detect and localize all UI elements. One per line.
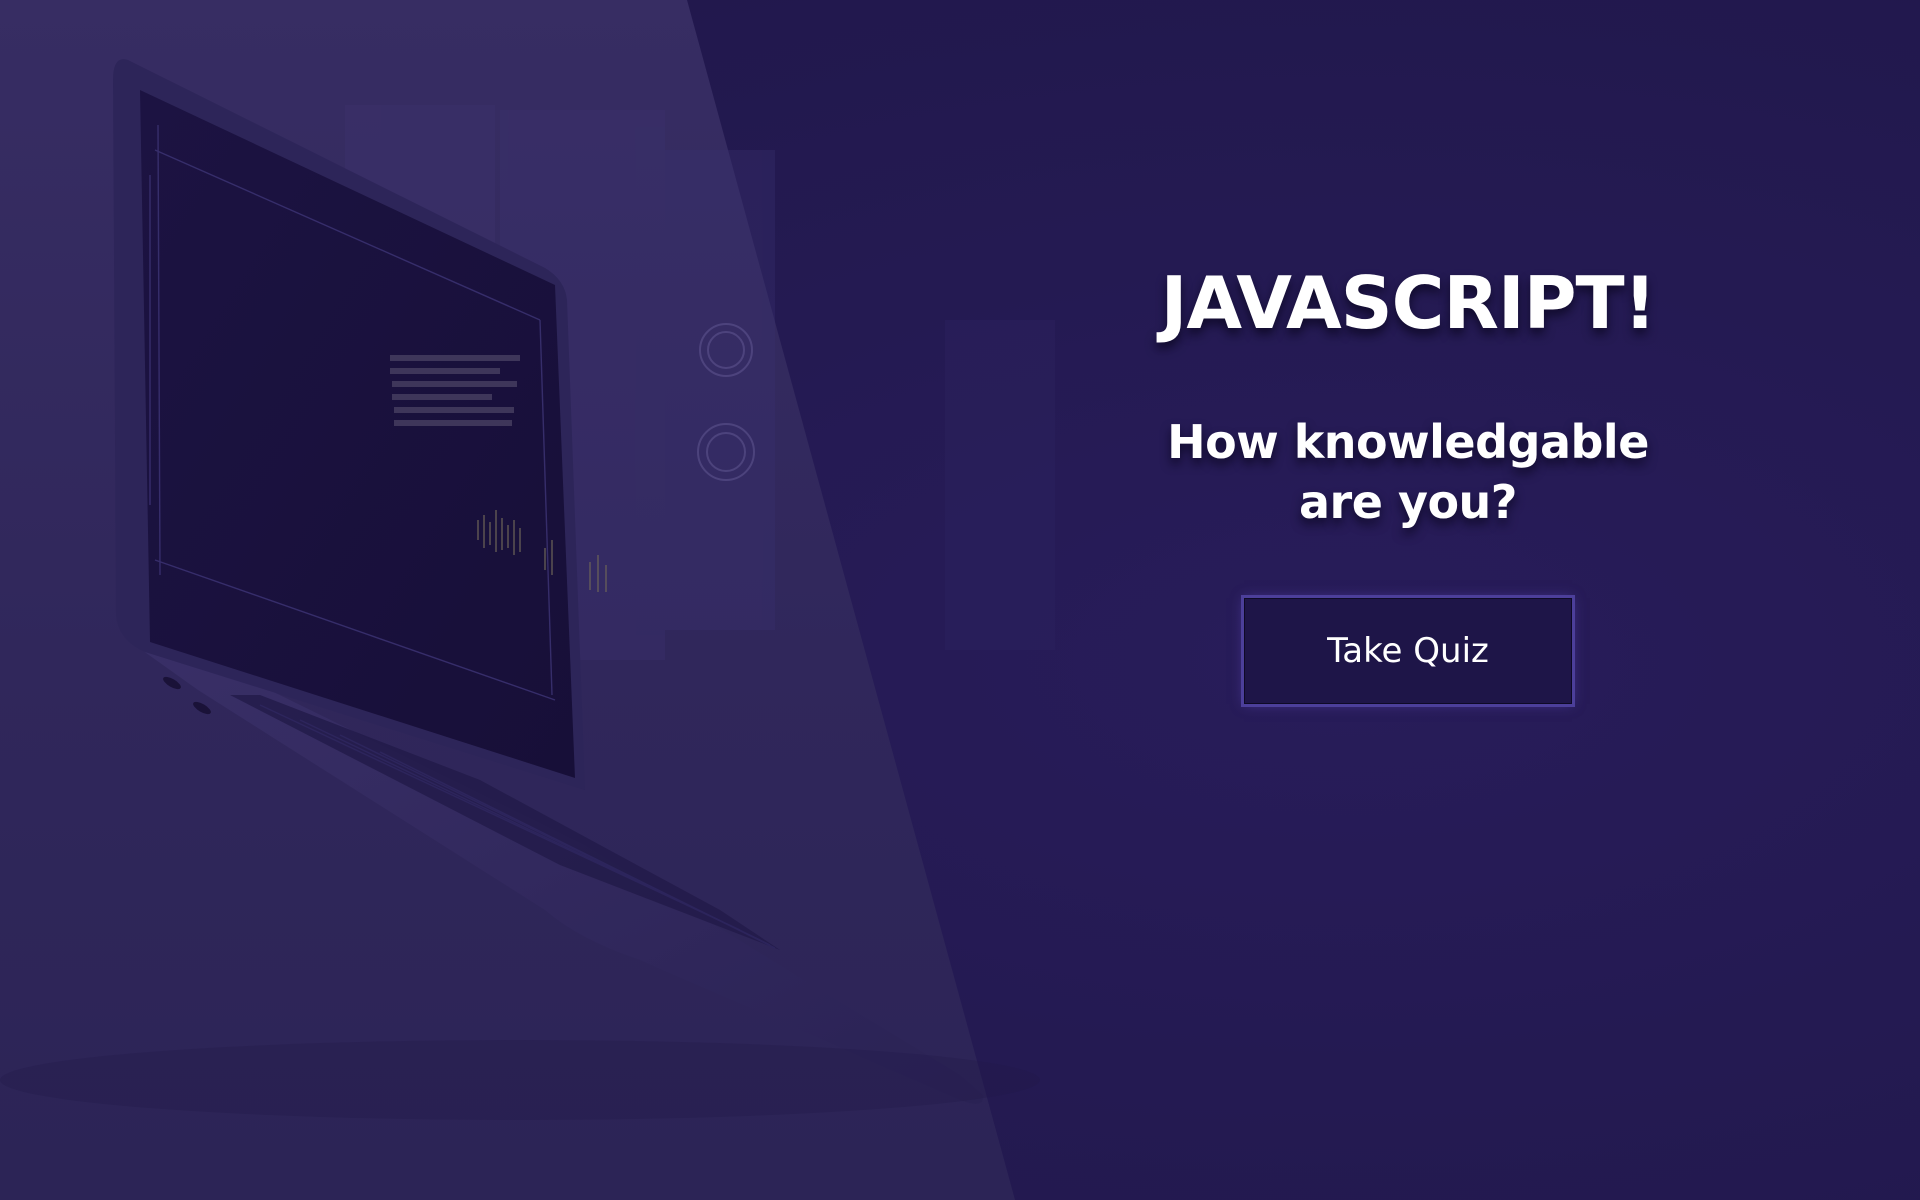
subtitle-line-2: are you?	[1299, 475, 1517, 529]
subtitle-line-1: How knowledgable	[1167, 415, 1649, 469]
page-title: JAVASCRIPT!	[1160, 261, 1657, 345]
page-subtitle: How knowledgable are you?	[1108, 412, 1708, 532]
take-quiz-button[interactable]: Take Quiz	[1244, 598, 1572, 704]
laptop-illustration	[0, 59, 1055, 1120]
landing-page: JAVASCRIPT! How knowledgable are you? Ta…	[0, 0, 1920, 1200]
